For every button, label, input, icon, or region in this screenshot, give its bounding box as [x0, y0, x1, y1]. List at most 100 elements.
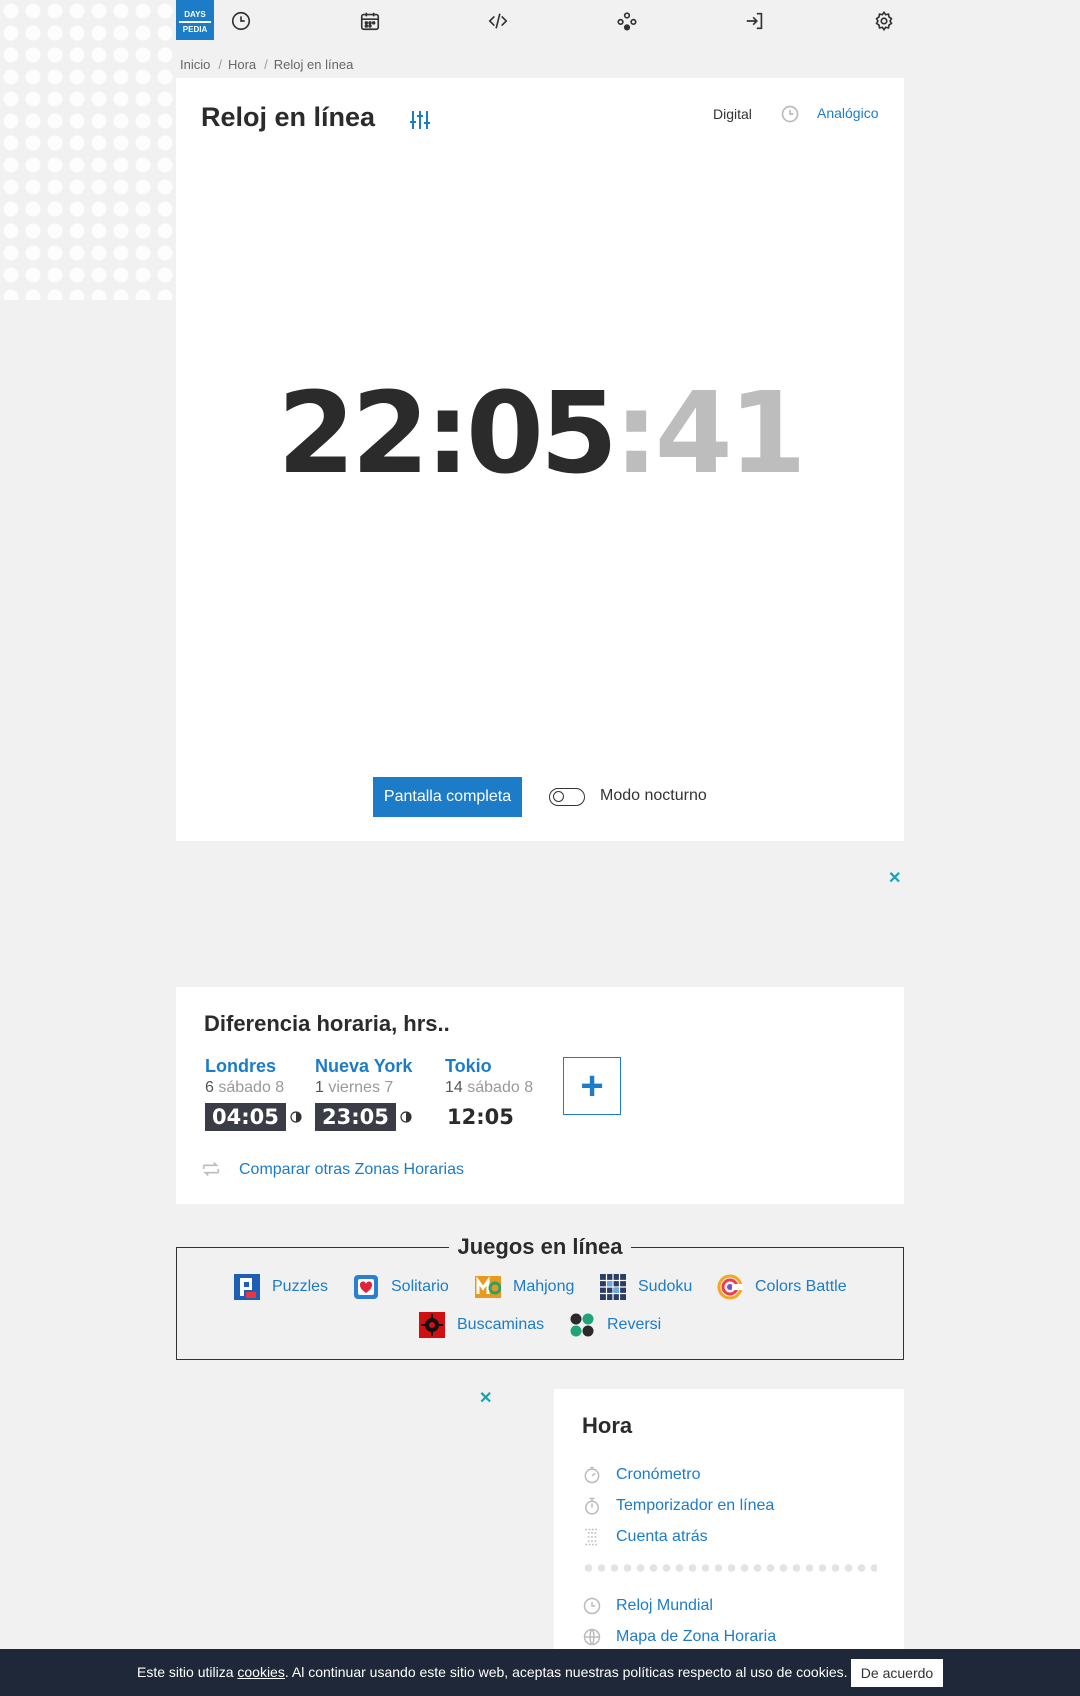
cookie-accept-button[interactable]: De acuerdo	[851, 1659, 943, 1687]
game-puzzles[interactable]: Puzzles	[234, 1274, 328, 1300]
breadcrumb-separator: /	[264, 57, 268, 72]
game-label: Mahjong	[513, 1278, 575, 1295]
city-diff-day: 14 sábado 8	[445, 1079, 533, 1097]
logo-line-1: DAYS	[184, 10, 206, 19]
city-day: viernes 7	[328, 1079, 394, 1096]
hora-item-label: Reloj Mundial	[616, 1597, 713, 1614]
online-games-box: Juegos en línea Puzzles Solitario Mahjon…	[176, 1234, 904, 1360]
compare-timezones-link[interactable]: Comparar otras Zonas Horarias	[239, 1161, 464, 1179]
cookie-text: Este sitio utiliza cookies. Al continuar…	[137, 1664, 848, 1680]
cookie-text-after: . Al continuar usando este sitio web, ac…	[284, 1664, 848, 1680]
city-day: sábado 8	[218, 1079, 285, 1096]
breadcrumb-hora[interactable]: Hora	[228, 57, 256, 72]
city-name[interactable]: Tokio	[445, 1056, 533, 1077]
toggle-knob	[553, 791, 564, 802]
dotted-separator	[582, 1564, 877, 1572]
city-time: 04:05	[205, 1103, 286, 1131]
time-difference-card: Diferencia horaria, hrs.. Londres 6 sába…	[176, 987, 904, 1204]
city-tokio: Tokio 14 sábado 8 12:05	[445, 1056, 533, 1131]
game-buscaminas[interactable]: Buscaminas	[419, 1312, 544, 1338]
hora-item-cuenta-atras[interactable]: Cuenta atrás	[582, 1527, 708, 1547]
hora-item-mapa-zona[interactable]: Mapa de Zona Horaria	[582, 1627, 776, 1647]
cookie-text-before: Este sitio utiliza	[137, 1664, 238, 1680]
city-name[interactable]: Londres	[205, 1056, 302, 1077]
game-label: Sudoku	[638, 1278, 693, 1295]
fullscreen-button[interactable]: Pantalla completa	[373, 777, 522, 817]
game-label: Colors Battle	[755, 1278, 847, 1295]
top-navigation: DAYS PEDIA	[176, 0, 904, 40]
digital-clock: 22:05:41	[176, 378, 904, 490]
ad-close-icon[interactable]: ✕	[479, 1388, 492, 1408]
city-diff: 14	[445, 1079, 463, 1096]
games-title: Juegos en línea	[449, 1234, 631, 1259]
calendar-icon[interactable]	[359, 10, 381, 32]
city-nueva-york: Nueva York 1 viernes 7 23:05	[315, 1056, 412, 1131]
game-mahjong[interactable]: Mahjong	[475, 1274, 574, 1300]
mahjong-icon	[475, 1274, 502, 1300]
logo-line-2: PEDIA	[182, 25, 208, 34]
ad-close-icon[interactable]: ✕	[888, 868, 901, 888]
city-day: sábado 8	[467, 1079, 534, 1096]
code-icon[interactable]	[487, 10, 509, 32]
city-diff-day: 1 viernes 7	[315, 1079, 412, 1097]
hora-item-label: Cronómetro	[616, 1466, 701, 1483]
city-diff-day: 6 sábado 8	[205, 1079, 302, 1097]
night-moon-icon	[290, 1111, 302, 1123]
hora-item-reloj-mundial[interactable]: Reloj Mundial	[582, 1596, 713, 1616]
cookie-link[interactable]: cookies	[237, 1664, 284, 1680]
world-clock-icon	[583, 1597, 601, 1615]
mode-digital-tab[interactable]: Digital	[713, 106, 752, 122]
city-time: 23:05	[315, 1103, 396, 1131]
game-colors-battle[interactable]: Colors Battle	[717, 1274, 847, 1300]
hora-item-label: Mapa de Zona Horaria	[616, 1628, 777, 1645]
game-label: Buscaminas	[457, 1316, 545, 1333]
breadcrumb-inicio[interactable]: Inicio	[180, 57, 210, 72]
hora-item-label: Cuenta atrás	[616, 1528, 708, 1545]
mode-analog-link[interactable]: Analógico	[817, 105, 879, 121]
game-label: Reversi	[607, 1316, 662, 1333]
puzzles-icon	[234, 1274, 260, 1300]
city-diff: 6	[205, 1079, 214, 1096]
add-city-button[interactable]: +	[563, 1057, 621, 1115]
minesweeper-icon	[419, 1312, 445, 1338]
game-sudoku[interactable]: Sudoku	[600, 1274, 692, 1300]
stopwatch-icon	[584, 1466, 600, 1484]
night-moon-icon	[400, 1111, 412, 1123]
city-diff: 1	[315, 1079, 324, 1096]
hora-item-label: Temporizador en línea	[616, 1497, 775, 1514]
compare-icon	[200, 1158, 222, 1180]
hora-item-cronometro[interactable]: Cronómetro	[582, 1465, 700, 1485]
site-logo[interactable]: DAYS PEDIA	[176, 0, 214, 40]
city-name[interactable]: Nueva York	[315, 1056, 412, 1077]
globe-icon	[583, 1628, 601, 1646]
solitaire-icon	[353, 1274, 379, 1300]
reversi-icon	[569, 1312, 595, 1338]
clock-hours-minutes: 22:05	[277, 369, 618, 499]
hora-item-temporizador[interactable]: Temporizador en línea	[582, 1496, 774, 1516]
game-solitario[interactable]: Solitario	[353, 1274, 449, 1300]
colors-battle-icon	[717, 1274, 743, 1300]
timer-icon	[585, 1497, 599, 1515]
games-title-wrap: Juegos en línea	[177, 1234, 903, 1260]
logo-rule	[179, 21, 211, 23]
game-label: Puzzles	[272, 1278, 329, 1295]
games-icon[interactable]	[616, 10, 638, 32]
sudoku-icon	[600, 1274, 626, 1300]
sliders-icon[interactable]	[408, 108, 432, 132]
page-title: Reloj en línea	[201, 102, 376, 132]
clock-card: Reloj en línea Digital Analógico 22:05:4…	[176, 78, 904, 841]
gear-icon[interactable]	[873, 10, 895, 32]
city-londres: Londres 6 sábado 8 04:05	[205, 1056, 302, 1131]
night-mode-label: Modo nocturno	[600, 787, 707, 804]
clock-icon[interactable]	[230, 10, 252, 32]
breadcrumb-current: Reloj en línea	[273, 57, 354, 72]
decorative-dots-background	[0, 0, 176, 300]
game-label: Solitario	[391, 1278, 449, 1295]
clock-mode-icon	[780, 104, 800, 124]
night-mode-toggle[interactable]	[549, 788, 585, 806]
game-reversi[interactable]: Reversi	[569, 1312, 661, 1338]
cookie-banner: Este sitio utiliza cookies. Al continuar…	[0, 1649, 1080, 1696]
login-icon[interactable]	[744, 10, 766, 32]
clock-seconds: :41	[613, 369, 807, 499]
breadcrumb: Inicio / Hora / Reloj en línea	[180, 57, 359, 72]
